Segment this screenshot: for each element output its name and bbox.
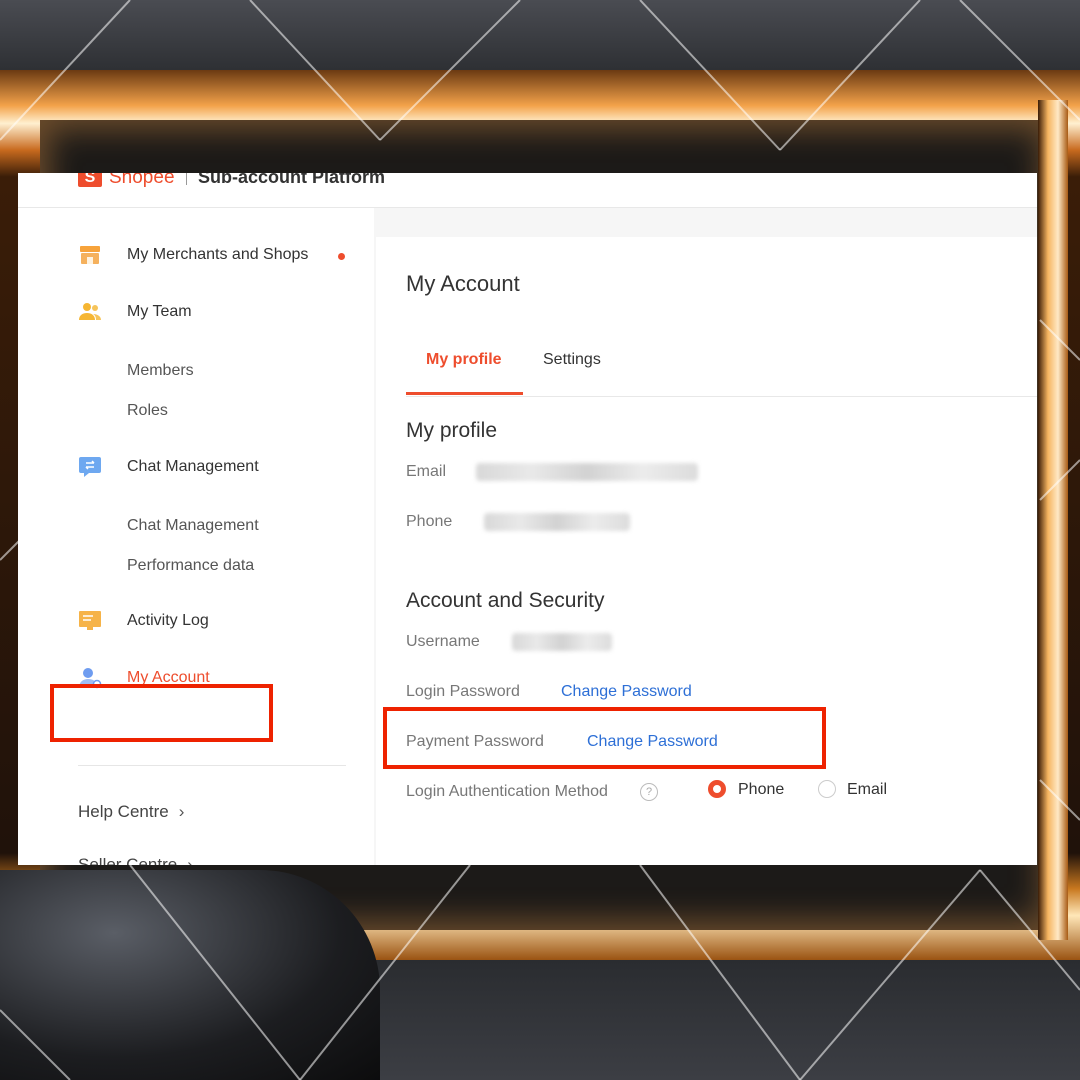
page-title: My Account xyxy=(406,271,520,296)
shop-icon xyxy=(80,246,100,264)
phone-label: Phone xyxy=(406,513,453,530)
username-label: Username xyxy=(406,633,480,650)
seller-centre-label: Seller Centre xyxy=(78,855,178,865)
main-content: My Account My profile Settings My profil… xyxy=(376,237,1037,865)
help-question-icon[interactable]: ? xyxy=(640,783,658,801)
tab-settings[interactable]: Settings xyxy=(543,351,601,369)
sidebar-item-label: Chat Management xyxy=(127,458,259,475)
highlight-box-my-account xyxy=(50,684,273,742)
phone-value-redacted xyxy=(484,513,630,531)
sidebar-subitem-performance-data[interactable]: Performance data xyxy=(127,557,254,575)
help-centre-label: Help Centre xyxy=(78,802,169,821)
radio-email[interactable] xyxy=(818,780,836,798)
sidebar-divider xyxy=(78,765,346,766)
sidebar-item-merchants-shops[interactable]: My Merchants and Shops xyxy=(18,238,374,272)
chat-icon xyxy=(79,457,101,477)
active-tab-underline xyxy=(406,392,523,395)
email-label: Email xyxy=(406,463,447,480)
top-bar: S Shopee Sub-account Platform xyxy=(18,173,1037,208)
auth-method-label: Login Authentication Method xyxy=(406,783,608,800)
login-password-label: Login Password xyxy=(406,683,520,700)
tab-my-profile[interactable]: My profile xyxy=(426,351,502,369)
sidebar: My Merchants and Shops My Team Members R… xyxy=(18,208,374,865)
login-change-password-link[interactable]: Change Password xyxy=(561,683,692,701)
notification-dot xyxy=(338,253,345,260)
background-panel-top xyxy=(0,0,1080,70)
radio-email-label: Email xyxy=(847,781,888,798)
background-frame-glow xyxy=(1038,100,1068,940)
email-value-redacted xyxy=(476,463,698,481)
sidebar-item-label: My Merchants and Shops xyxy=(127,246,309,263)
shopee-logo-icon: S xyxy=(78,173,102,187)
help-centre-link[interactable]: Help Centre › xyxy=(78,802,184,822)
sidebar-item-label: Activity Log xyxy=(127,612,209,629)
screenshot-card: S Shopee Sub-account Platform My Merchan… xyxy=(18,173,1037,865)
radio-phone[interactable] xyxy=(708,780,726,798)
sidebar-subitem-members[interactable]: Members xyxy=(127,362,194,380)
sidebar-item-activity-log[interactable]: Activity Log xyxy=(18,604,374,638)
sidebar-item-my-team[interactable]: My Team xyxy=(18,295,374,329)
activity-log-icon xyxy=(79,611,101,630)
tab-bar: My profile Settings xyxy=(406,333,1037,397)
background-chair xyxy=(0,870,380,1080)
logo-separator xyxy=(186,173,187,185)
sidebar-subitem-roles[interactable]: Roles xyxy=(127,402,168,420)
chevron-right-icon: › xyxy=(187,855,193,865)
sidebar-item-chat-management[interactable]: Chat Management xyxy=(18,450,374,484)
username-value-redacted xyxy=(512,633,612,651)
seller-centre-link[interactable]: Seller Centre › xyxy=(78,855,193,865)
platform-title: Sub-account Platform xyxy=(198,173,386,187)
sidebar-item-label: My Team xyxy=(127,303,192,320)
chevron-right-icon: › xyxy=(178,802,185,821)
radio-phone-label: Phone xyxy=(738,781,785,798)
section-title-account-security: Account and Security xyxy=(406,589,605,612)
section-title-my-profile: My profile xyxy=(406,419,498,442)
brand-name: Shopee xyxy=(109,173,175,188)
sidebar-subitem-chat-management[interactable]: Chat Management xyxy=(127,517,259,535)
team-icon xyxy=(79,303,101,320)
highlight-box-payment-password xyxy=(383,707,826,769)
